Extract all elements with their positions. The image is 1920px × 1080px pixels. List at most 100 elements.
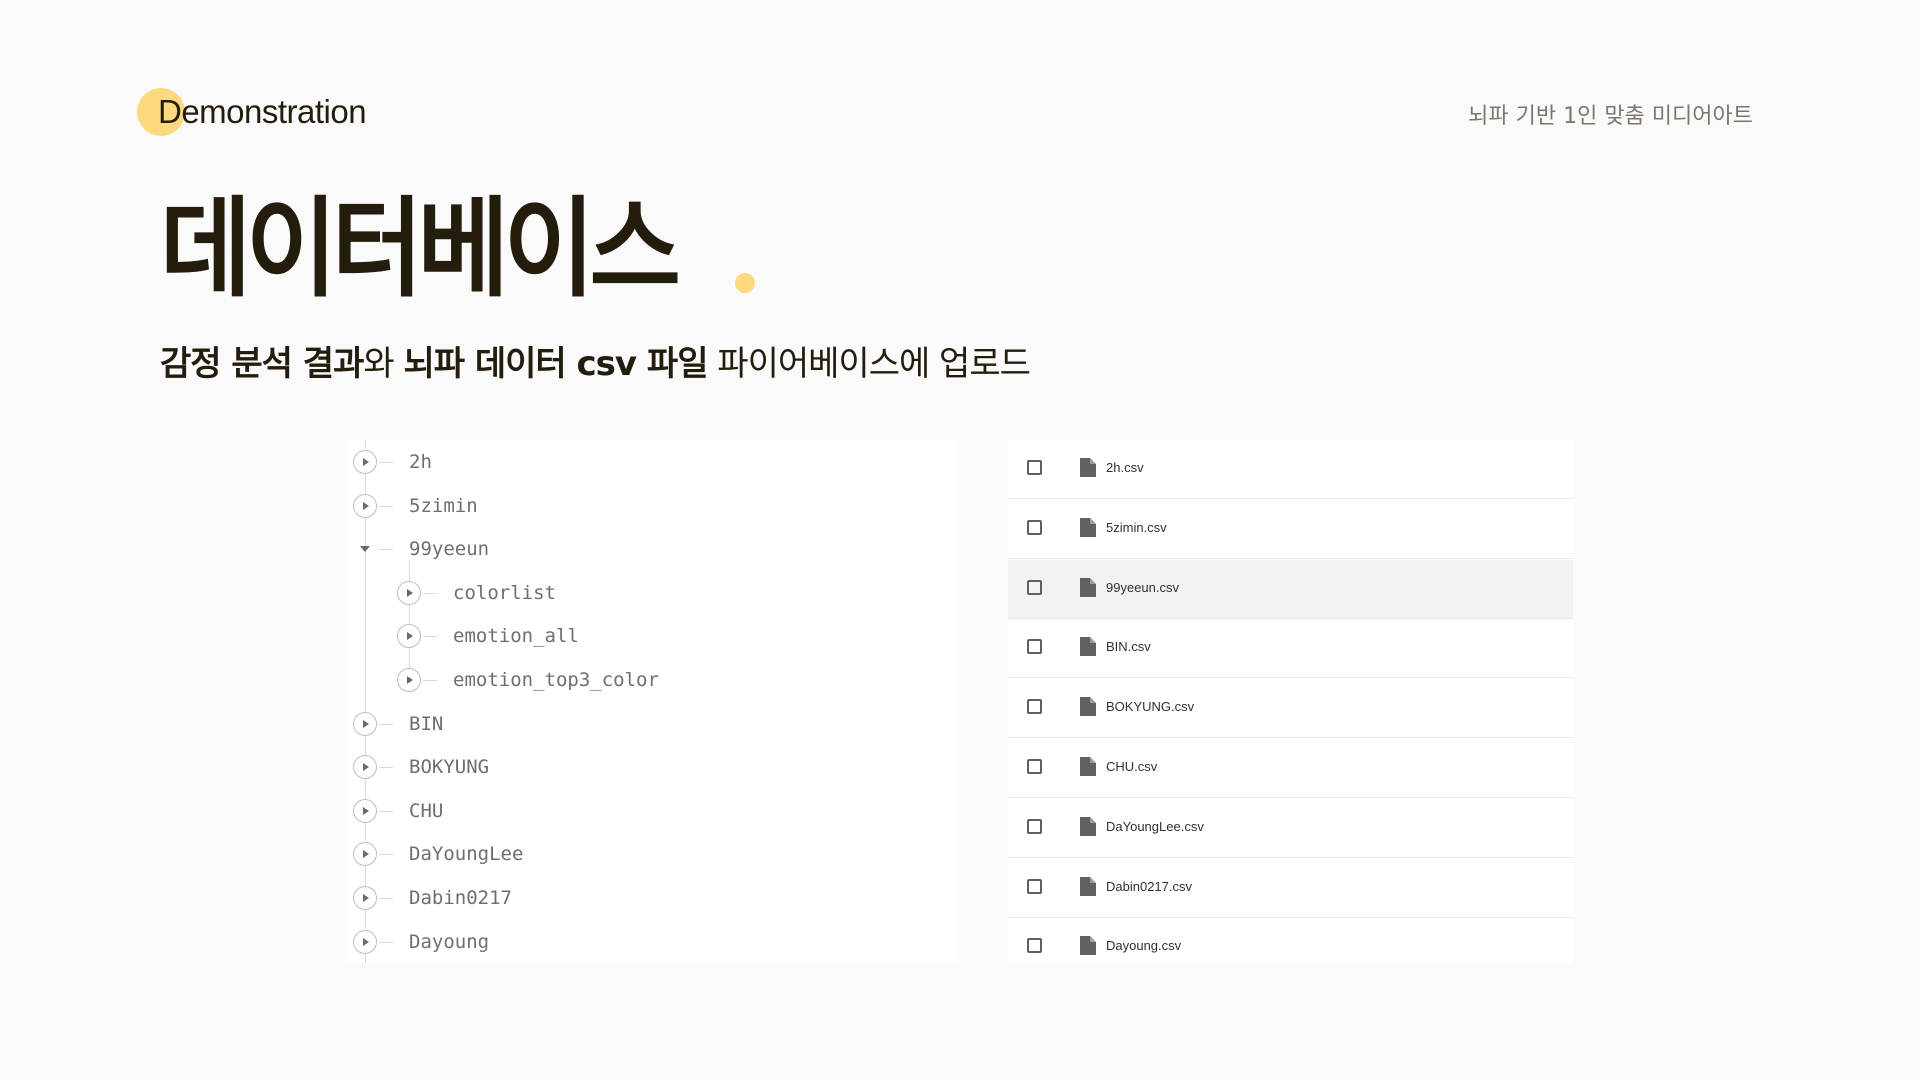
file-icon bbox=[1080, 517, 1096, 537]
file-icon bbox=[1080, 637, 1096, 657]
chevron-right-icon bbox=[363, 719, 369, 728]
tree-node[interactable]: BOKYUNG bbox=[345, 745, 959, 789]
tree-node-label: colorlist bbox=[453, 581, 556, 604]
file-name[interactable]: BIN.csv bbox=[1106, 638, 1151, 656]
expand-icon[interactable] bbox=[397, 624, 421, 649]
expand-icon[interactable] bbox=[353, 755, 377, 780]
database-tree-panel: 2h 5zimin 99yeeun colorlist emotion_allemoti… bbox=[345, 440, 959, 963]
file-name[interactable]: BOKYUNG.csv bbox=[1106, 698, 1194, 716]
lead-text: 감정 분석 결과와 뇌파 데이터 csv 파일 파이어베이스에 업로드 bbox=[160, 342, 1031, 386]
file-row[interactable]: 2h.csv bbox=[1008, 440, 1573, 499]
chevron-right-icon bbox=[407, 632, 413, 641]
tree-node-label: BOKYUNG bbox=[409, 756, 490, 779]
tree-node-label: 99yeeun bbox=[409, 538, 490, 561]
file-icon bbox=[1080, 936, 1096, 956]
file-row[interactable]: BOKYUNG.csv bbox=[1008, 679, 1573, 739]
tree-connector bbox=[379, 505, 393, 507]
file-row[interactable]: CHU.csv bbox=[1008, 739, 1573, 798]
tree-node-label: Dayoung bbox=[409, 930, 490, 953]
lead-normal-1: 와 bbox=[363, 344, 404, 384]
tree-connector bbox=[423, 680, 437, 681]
chevron-right-icon bbox=[363, 763, 369, 772]
tree-node-label: CHU bbox=[409, 799, 444, 822]
tree-connector bbox=[423, 592, 437, 594]
file-row[interactable]: 5zimin.csv bbox=[1008, 500, 1573, 559]
file-name[interactable]: DaYoungLee.csv bbox=[1106, 818, 1204, 836]
expand-icon[interactable] bbox=[353, 711, 377, 736]
lead-bold-1: 감정 분석 결과 bbox=[160, 344, 364, 384]
chevron-right-icon bbox=[407, 676, 413, 684]
file-checkbox[interactable] bbox=[1027, 878, 1042, 894]
tree-node-label: Dabin0217 bbox=[409, 887, 512, 909]
tree-node-label: emotion_all bbox=[453, 625, 579, 648]
file-name[interactable]: 99yeeun.csv bbox=[1106, 579, 1179, 597]
file-row[interactable]: DaYoungLee.csv bbox=[1008, 799, 1573, 858]
file-row[interactable]: Dayoung.csv bbox=[1008, 918, 1573, 963]
expand-icon[interactable] bbox=[353, 450, 377, 474]
file-checkbox[interactable] bbox=[1027, 460, 1042, 475]
file-checkbox[interactable] bbox=[1027, 519, 1042, 535]
expand-icon[interactable] bbox=[353, 886, 377, 910]
file-row[interactable]: 99yeeun.csv bbox=[1008, 559, 1573, 619]
tree-connector bbox=[379, 462, 393, 463]
chevron-right-icon bbox=[363, 501, 369, 510]
tree-node[interactable]: emotion_top3_color bbox=[345, 658, 959, 702]
tree-node[interactable]: DaYoungLee bbox=[345, 832, 959, 876]
expand-icon[interactable] bbox=[353, 929, 377, 954]
lead-normal-2: 파이어베이스에 업로드 bbox=[707, 344, 1031, 384]
tree-node[interactable]: 2h bbox=[345, 440, 959, 484]
chevron-right-icon bbox=[407, 588, 413, 597]
expand-icon[interactable] bbox=[353, 798, 377, 823]
expand-icon[interactable] bbox=[353, 493, 377, 518]
tree-node[interactable]: Dayoung bbox=[345, 920, 959, 963]
file-checkbox[interactable] bbox=[1027, 579, 1042, 595]
chevron-right-icon bbox=[363, 806, 369, 815]
file-checkbox[interactable] bbox=[1027, 759, 1042, 774]
expand-icon[interactable] bbox=[397, 668, 421, 692]
storage-files-panel: 2h.csv 5zimin.csv 99yeeun.csv BIN.csv BOKYUN… bbox=[1008, 440, 1573, 963]
tree-node[interactable]: Dabin0217 bbox=[345, 876, 959, 920]
collapse-icon[interactable] bbox=[360, 546, 370, 553]
lead-bold-2: 뇌파 데이터 csv 파일 bbox=[403, 344, 708, 384]
file-checkbox[interactable] bbox=[1027, 938, 1042, 954]
title-accent-dot bbox=[735, 273, 755, 293]
chevron-right-icon bbox=[363, 458, 369, 466]
file-row[interactable]: BIN.csv bbox=[1008, 619, 1573, 679]
tree-node[interactable]: colorlist bbox=[345, 571, 959, 615]
tree-connector bbox=[379, 898, 393, 899]
expand-icon[interactable] bbox=[353, 842, 377, 867]
tree-connector bbox=[423, 636, 437, 638]
file-icon bbox=[1080, 876, 1096, 896]
brand-text: Demonstration bbox=[158, 93, 367, 130]
tree-node[interactable]: emotion_all bbox=[345, 614, 959, 658]
file-icon bbox=[1080, 816, 1096, 836]
file-checkbox[interactable] bbox=[1027, 639, 1042, 655]
page-title: 데이터베이스 bbox=[160, 187, 681, 312]
tree-connector bbox=[379, 854, 393, 856]
tree-node[interactable]: BIN bbox=[345, 702, 959, 746]
tree-node-label: emotion_top3_color bbox=[453, 669, 659, 691]
file-row[interactable]: Dabin0217.csv bbox=[1008, 859, 1573, 918]
file-name[interactable]: CHU.csv bbox=[1106, 758, 1157, 776]
tree-connector bbox=[379, 941, 393, 943]
tree-node-label: 2h bbox=[409, 451, 432, 473]
chevron-right-icon bbox=[363, 937, 369, 946]
tree-connector bbox=[379, 767, 393, 769]
chevron-right-icon bbox=[363, 894, 369, 902]
chevron-right-icon bbox=[363, 850, 369, 859]
expand-icon[interactable] bbox=[397, 580, 421, 605]
file-name[interactable]: 2h.csv bbox=[1106, 459, 1144, 477]
tree-node-label: 5zimin bbox=[409, 494, 478, 517]
file-icon bbox=[1080, 458, 1096, 477]
file-name[interactable]: 5zimin.csv bbox=[1106, 519, 1167, 537]
file-icon bbox=[1080, 697, 1096, 717]
file-name[interactable]: Dabin0217.csv bbox=[1106, 878, 1192, 896]
file-checkbox[interactable] bbox=[1027, 699, 1042, 715]
file-checkbox[interactable] bbox=[1027, 818, 1042, 834]
tree-node[interactable]: 5zimin bbox=[345, 484, 959, 528]
tree-node[interactable]: CHU bbox=[345, 789, 959, 833]
tree-node[interactable]: 99yeeun bbox=[345, 527, 959, 571]
tree-connector bbox=[379, 810, 393, 812]
tree-connector bbox=[379, 723, 393, 725]
file-name[interactable]: Dayoung.csv bbox=[1106, 937, 1181, 955]
